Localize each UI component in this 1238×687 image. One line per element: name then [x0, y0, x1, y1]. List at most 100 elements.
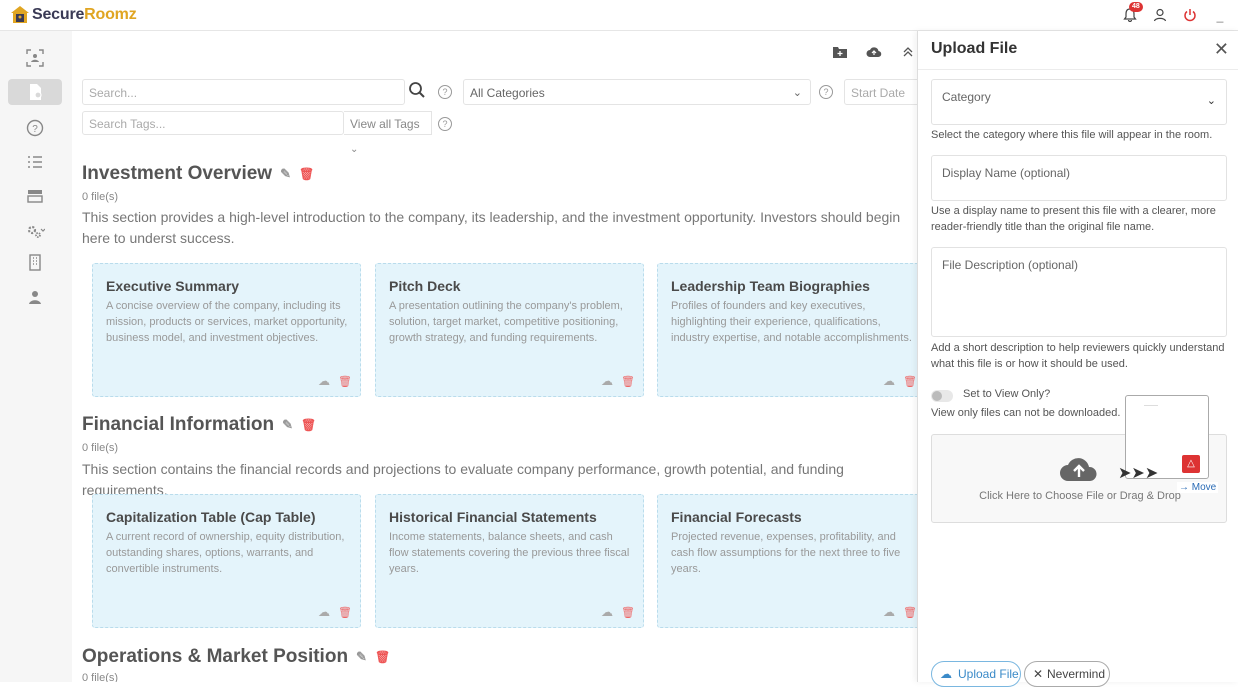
nevermind-button[interactable]: ✕ Nevermind	[1024, 661, 1110, 687]
view-only-note: View only files can not be downloaded.	[931, 407, 1121, 419]
card-description: A presentation outlining the company's p…	[389, 300, 623, 344]
card-title: Financial Forecasts	[671, 509, 802, 525]
card-title: Capitalization Table (Cap Table)	[106, 509, 316, 525]
card-description: Profiles of founders and key executives,…	[671, 300, 912, 344]
category-hint: Select the category where this file will…	[931, 129, 1213, 141]
trash-icon[interactable]: 🗑	[903, 375, 917, 388]
category-select-label: Category	[942, 90, 991, 104]
folder-card[interactable]: Executive Summary A concise overview of …	[92, 263, 361, 397]
panel-title: Upload File	[931, 40, 1018, 57]
minimize-icon[interactable]: _	[1212, 8, 1228, 24]
cloud-upload-icon[interactable]: ☁	[883, 605, 895, 619]
edit-pencil-icon[interactable]: ✎	[282, 417, 293, 433]
category-filter-select[interactable]: All Categories ⌄	[463, 79, 811, 105]
cloud-upload-icon[interactable]	[864, 43, 884, 61]
sidebar-user-admin-icon[interactable]	[8, 284, 62, 310]
upload-file-panel: Upload File ✕ Category ⌄ Select the cate…	[917, 31, 1238, 687]
view-only-toggle[interactable]	[931, 390, 953, 402]
section-title-text: Operations & Market Position	[82, 646, 349, 667]
cloud-upload-icon[interactable]: ☁	[318, 605, 330, 619]
nevermind-button-label: Nevermind	[1047, 667, 1106, 681]
view-only-label: Set to View Only?	[963, 388, 1051, 400]
trash-icon[interactable]: 🗑	[903, 606, 917, 619]
divider	[918, 69, 1238, 70]
svg-text:?: ?	[32, 124, 38, 135]
trash-icon[interactable]: 🗑	[621, 375, 635, 388]
drag-cursor-icon: ➤➤➤	[1118, 465, 1159, 482]
pdf-file-icon: △	[1182, 455, 1200, 473]
sidebar-help-icon[interactable]: ?	[8, 115, 62, 141]
cloud-upload-icon[interactable]: ☁	[883, 374, 895, 388]
cloud-upload-icon[interactable]: ☁	[601, 374, 613, 388]
trash-icon[interactable]: 🗑	[375, 650, 390, 664]
folder-card[interactable]: Capitalization Table (Cap Table) A curre…	[92, 494, 361, 628]
folder-card[interactable]: Leadership Team Biographies Profiles of …	[657, 263, 918, 397]
view-all-tags-dropdown[interactable]: View all Tags ⌄	[344, 111, 432, 155]
power-icon[interactable]	[1182, 7, 1198, 23]
upload-file-button[interactable]: ☁ Upload File	[931, 661, 1021, 687]
left-sidebar: ?	[0, 31, 72, 682]
search-help-icon[interactable]: ?	[438, 85, 452, 99]
edit-pencil-icon[interactable]: ✎	[280, 166, 291, 182]
file-count: 0 file(s)	[82, 672, 119, 682]
top-bar: SecureRoomz 48 _	[0, 0, 1238, 31]
section-title-text: Financial Information	[82, 414, 275, 435]
app-logo[interactable]: SecureRoomz	[10, 5, 137, 25]
view-all-tags-label: View all Tags	[350, 117, 420, 131]
card-description: A current record of ownership, equity di…	[106, 531, 345, 575]
chevron-down-icon: ⌄	[792, 87, 802, 99]
upload-button-label: Upload File	[958, 667, 1019, 681]
tags-help-icon[interactable]: ?	[438, 117, 452, 131]
chevron-down-icon: ⌄	[350, 144, 359, 155]
collapse-all-icon[interactable]	[898, 43, 918, 61]
edit-pencil-icon[interactable]: ✎	[356, 649, 367, 665]
display-name-field[interactable]: Display Name (optional)	[931, 155, 1227, 201]
sidebar-checklist-icon[interactable]	[8, 149, 62, 175]
sidebar-settings-icon[interactable]	[8, 218, 62, 244]
folder-card[interactable]: Pitch Deck A presentation outlining the …	[375, 263, 644, 397]
user-icon[interactable]	[1152, 7, 1168, 23]
search-input[interactable]: Search...	[82, 79, 405, 105]
display-name-hint: Use a display name to present this file …	[931, 205, 1216, 233]
trash-icon[interactable]: 🗑	[301, 418, 316, 432]
file-count: 0 file(s)	[82, 191, 119, 203]
category-filter-value: All Categories	[470, 86, 545, 100]
card-title: Pitch Deck	[389, 278, 461, 294]
file-description-field[interactable]: File Description (optional)	[931, 247, 1227, 337]
trash-icon[interactable]: 🗑	[338, 606, 352, 619]
cloud-upload-icon[interactable]: ☁	[601, 605, 613, 619]
card-description: Projected revenue, expenses, profitabili…	[671, 531, 901, 575]
trash-icon[interactable]: 🗑	[299, 167, 314, 181]
trash-icon[interactable]: 🗑	[621, 606, 635, 619]
sidebar-documents-icon[interactable]	[8, 79, 62, 105]
card-description: A concise overview of the company, inclu…	[106, 300, 348, 344]
search-icon[interactable]	[408, 81, 430, 103]
trash-icon[interactable]: 🗑	[338, 375, 352, 388]
card-title: Historical Financial Statements	[389, 509, 597, 525]
main-content: Search... ? All Categories ⌄ ? Start Dat…	[72, 31, 918, 682]
folder-card[interactable]: Historical Financial Statements Income s…	[375, 494, 644, 628]
close-icon: ✕	[1033, 667, 1044, 681]
cloud-upload-icon[interactable]: ☁	[318, 374, 330, 388]
chevron-down-icon: ⌄	[1206, 95, 1216, 107]
new-folder-icon[interactable]	[830, 43, 850, 61]
section-title: Investment Overview ✎ 🗑	[82, 163, 314, 185]
section-title: Financial Information ✎ 🗑	[82, 414, 316, 436]
card-title: Leadership Team Biographies	[671, 278, 870, 294]
cloud-upload-icon	[1060, 458, 1097, 481]
category-help-icon[interactable]: ?	[819, 85, 833, 99]
close-icon[interactable]: ✕	[1214, 39, 1229, 60]
drag-move-label: → Move	[1177, 482, 1219, 493]
cloud-upload-icon: ☁	[940, 667, 952, 681]
category-select[interactable]: Category ⌄	[931, 79, 1227, 125]
search-tags-input[interactable]: Search Tags...	[82, 111, 344, 135]
sidebar-people-scan-icon[interactable]	[8, 45, 62, 71]
card-title: Executive Summary	[106, 278, 240, 294]
notifications-bell-icon[interactable]: 48	[1122, 2, 1143, 23]
sidebar-building-icon[interactable]	[8, 249, 62, 275]
sidebar-inbox-icon[interactable]	[8, 183, 62, 209]
card-description: Income statements, balance sheets, and c…	[389, 531, 630, 575]
start-date-input[interactable]: Start Date	[844, 79, 918, 105]
section-description: This section provides a high-level intro…	[82, 209, 901, 246]
folder-card[interactable]: Financial Forecasts Projected revenue, e…	[657, 494, 918, 628]
